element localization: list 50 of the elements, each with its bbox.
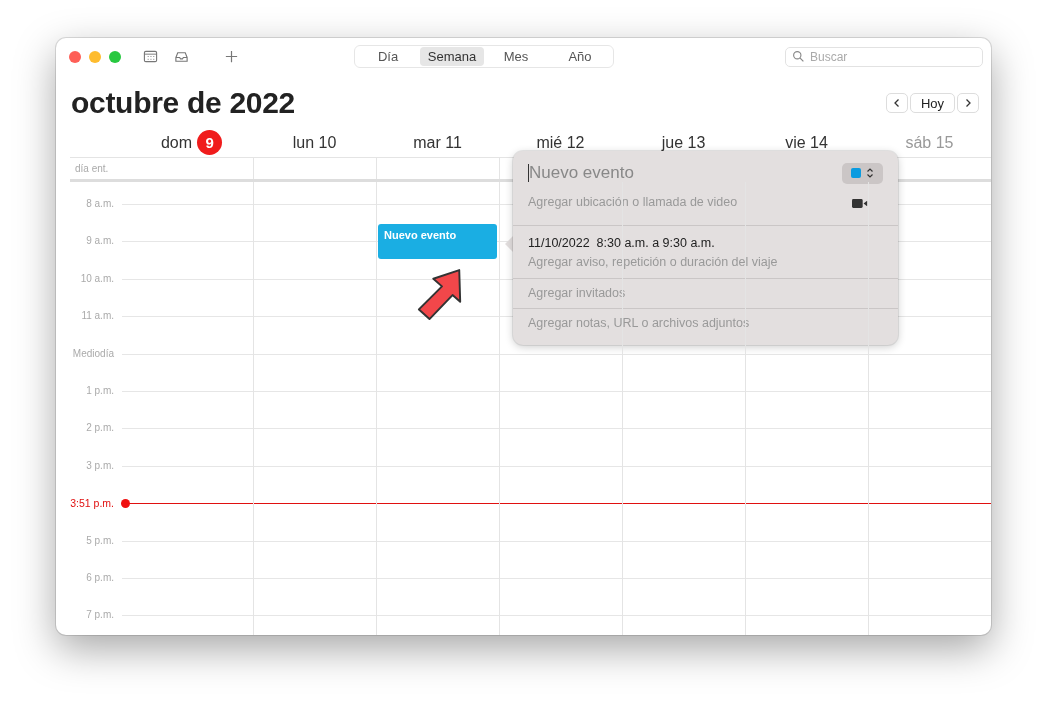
hour-label: 2 p.m.	[85, 421, 115, 436]
calendar-color-picker[interactable]	[842, 162, 883, 184]
hour-label: 5 p.m.	[85, 533, 115, 548]
hour-label: Mediodía	[71, 346, 115, 361]
today-badge: 9	[197, 130, 223, 155]
day-header: vie 14	[785, 133, 828, 152]
view-tab[interactable]: Día	[356, 47, 420, 66]
all-day-label: día ent.	[75, 163, 109, 174]
view-tab[interactable]: Año	[548, 47, 612, 66]
day-header: mar 11	[413, 133, 462, 152]
video-camera-icon[interactable]	[852, 198, 868, 209]
stepper-chevrons-icon	[866, 167, 874, 179]
search-input[interactable]: Buscar	[810, 49, 960, 64]
alert-field[interactable]: Agregar aviso, repetición o duración del viaje	[528, 255, 883, 269]
hour-label: 6 p.m.	[85, 570, 115, 585]
hour-label: 10 a.m.	[79, 271, 115, 286]
next-button[interactable]	[957, 93, 979, 113]
hour-label: 7 p.m.	[85, 608, 115, 623]
chevron-right-icon	[963, 98, 973, 108]
hour-label: 3 p.m.	[85, 458, 115, 473]
notes-field[interactable]: Agregar notas, URL o archivos adjuntos	[528, 316, 883, 330]
hour-label: 1 p.m.	[85, 383, 115, 398]
invitees-field[interactable]: Agregar invitados	[528, 286, 883, 300]
event-block[interactable]: Nuevo evento	[378, 224, 497, 259]
view-tab[interactable]: Mes	[484, 47, 548, 66]
today-button[interactable]: Hoy	[909, 93, 955, 113]
view-tab[interactable]: Semana	[420, 47, 484, 66]
add-icon[interactable]	[224, 49, 239, 64]
zoom-button[interactable]	[109, 50, 121, 63]
hour-label: 9 a.m.	[85, 234, 115, 249]
event-date-time[interactable]: 11/10/2022 8:30 a.m. a 9:30 a.m.	[528, 236, 883, 250]
day-header: dom	[160, 133, 193, 152]
previous-button[interactable]	[885, 93, 908, 113]
location-field[interactable]: Agregar ubicación o llamada de video	[528, 195, 738, 209]
close-button[interactable]	[69, 50, 81, 63]
minimize-button[interactable]	[89, 50, 101, 63]
event-title-field[interactable]: Nuevo evento	[529, 163, 644, 183]
text-cursor	[528, 164, 529, 182]
current-time-label: 3:51 p.m.	[69, 496, 115, 511]
search-icon	[792, 50, 805, 63]
hour-label: 11 a.m.	[80, 309, 115, 324]
month-title: octubre de 2022	[71, 86, 295, 120]
day-header: jue 13	[661, 133, 706, 152]
inbox-icon[interactable]	[174, 49, 189, 64]
day-header: mié 12	[536, 133, 585, 152]
day-header: sáb 15	[905, 133, 954, 152]
day-header: lun 10	[292, 133, 337, 152]
hour-label: 8 a.m.	[85, 197, 115, 211]
search-field[interactable]: Buscar	[785, 46, 983, 67]
calendar-icon[interactable]	[143, 49, 158, 64]
